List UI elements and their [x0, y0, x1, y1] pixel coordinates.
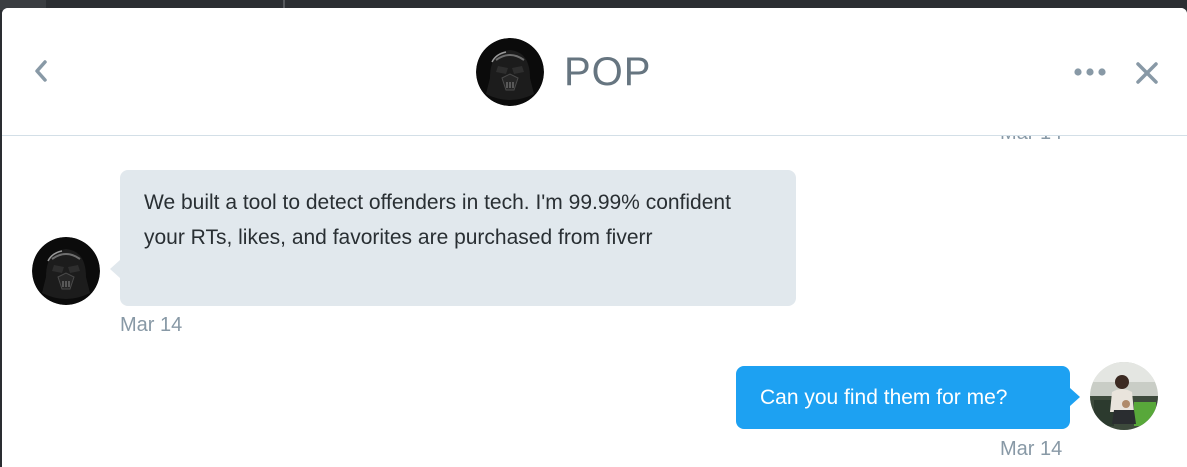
helmet-avatar-icon: [32, 237, 100, 305]
more-options-button[interactable]: [1070, 62, 1110, 82]
user-avatar[interactable]: [1090, 362, 1158, 430]
sent-message-timestamp: Mar 14: [1000, 438, 1063, 460]
dm-conversation-modal: POP Mar 14 We buil: [2, 8, 1187, 467]
close-button[interactable]: [1132, 58, 1162, 88]
more-horizontal-icon: [1074, 68, 1106, 76]
helmet-avatar-icon: [476, 38, 544, 106]
received-message-bubble[interactable]: We built a tool to detect offenders in t…: [110, 170, 796, 306]
sent-message-bubble[interactable]: Can you find them for me?: [736, 366, 1080, 429]
user-photo-icon: [1090, 362, 1158, 430]
conversation-header: POP: [2, 8, 1187, 136]
conversation-title: POP: [564, 50, 652, 94]
back-button[interactable]: [28, 54, 54, 88]
close-icon: [1136, 62, 1158, 84]
received-message-timestamp: Mar 14: [120, 314, 183, 336]
avatar[interactable]: [476, 38, 544, 106]
sender-avatar[interactable]: [32, 237, 100, 305]
chevron-left-icon: [35, 60, 47, 82]
